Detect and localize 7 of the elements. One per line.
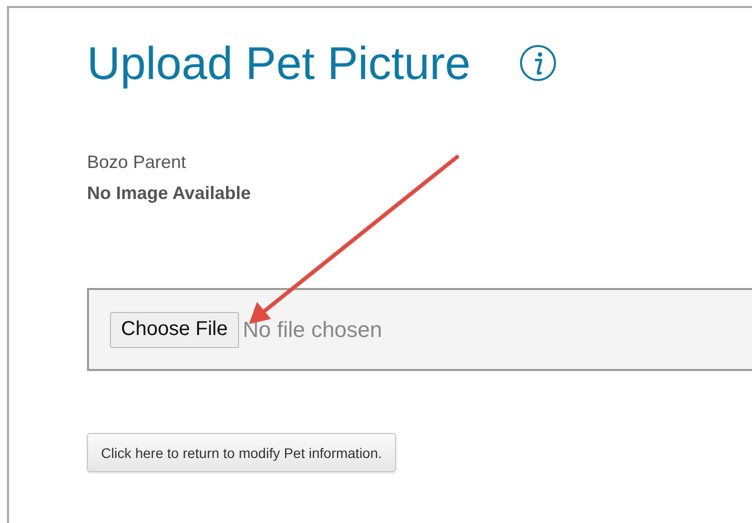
- image-status: No Image Available: [87, 182, 252, 204]
- return-button[interactable]: Click here to return to modify Pet information.: [87, 433, 396, 472]
- pet-name: Bozo Parent: [87, 151, 188, 173]
- info-icon[interactable]: [518, 44, 557, 82]
- page-title: Upload Pet Picture: [87, 36, 471, 90]
- choose-file-button[interactable]: Choose File: [110, 312, 239, 348]
- file-status: No file chosen: [242, 316, 382, 342]
